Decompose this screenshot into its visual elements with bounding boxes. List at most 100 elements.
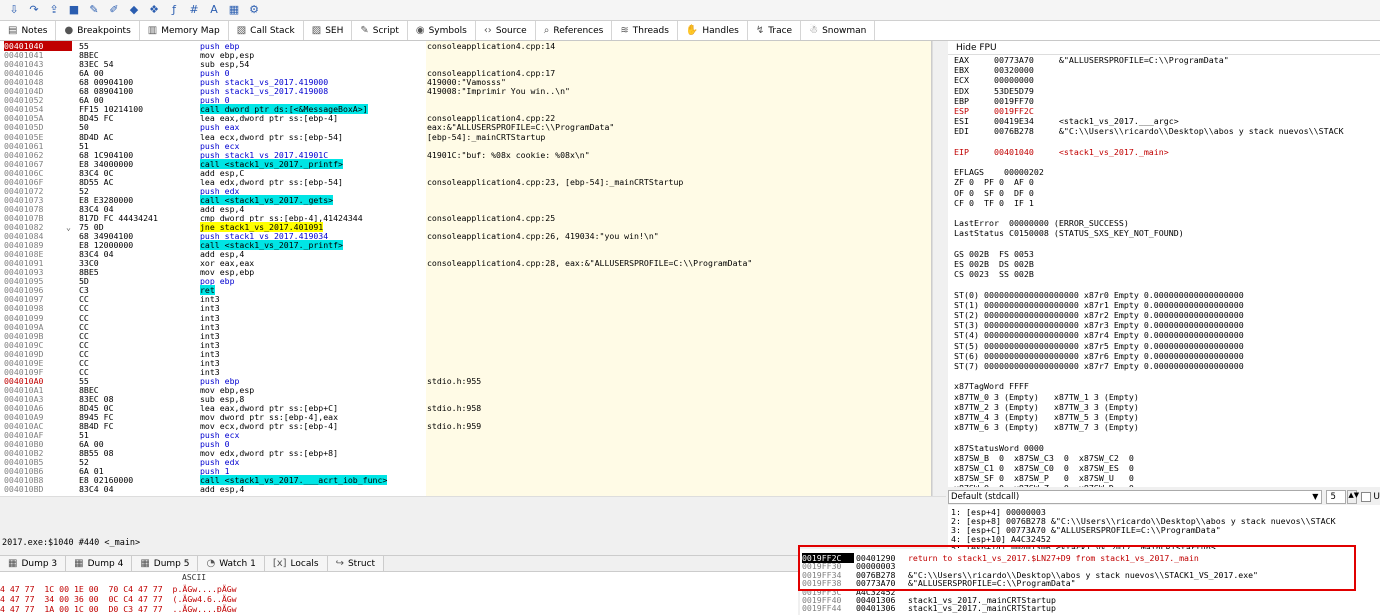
register-line[interactable]: EFLAGS 00000202	[954, 167, 1044, 177]
tab-threads[interactable]: ≋ Threads	[612, 21, 678, 40]
register-line[interactable]: ESP 0019FF2C	[954, 106, 1034, 116]
register-line[interactable]: OF 0 SF 0 DF 0	[954, 188, 1034, 198]
dump-row[interactable]: 4 47 77 34 00 36 00 0C C4 47 77 (.ÄGw4.6…	[0, 594, 237, 604]
tab-label: Memory Map	[161, 25, 220, 36]
argument-count-field[interactable]: 5	[1326, 490, 1347, 504]
bookmark-icon[interactable]: ❖	[147, 3, 161, 17]
label-icon[interactable]: ◆	[127, 3, 141, 17]
step-over-icon[interactable]: ↷	[27, 3, 41, 17]
tab-script[interactable]: ✎ Script	[352, 21, 408, 40]
tab-label: Dump 5	[153, 558, 190, 569]
tab-symbols[interactable]: ◉ Symbols	[408, 21, 476, 40]
tab-breakpoints[interactable]: ● Breakpoints	[56, 21, 140, 40]
stack-row[interactable]: 0019FF44 00401306 stack1_vs_2017._mainCRTS…	[800, 603, 1380, 613]
register-line[interactable]: EIP 00401040 <stack1_vs_2017._main>	[954, 147, 1169, 157]
register-line[interactable]: GS 002B FS 0053	[954, 249, 1034, 259]
tab-label: Dump 4	[87, 558, 124, 569]
register-line[interactable]: x87SW_SF 0 x87SW_P 0 x87SW_U 0	[954, 473, 1134, 483]
register-line[interactable]: x87TW_6 3 (Empty) x87TW_7 3 (Empty)	[954, 422, 1139, 432]
register-line[interactable]: x87TW_4 3 (Empty) x87TW_5 3 (Empty)	[954, 412, 1139, 422]
pause-icon[interactable]: ■	[67, 3, 81, 17]
tab-notes[interactable]: ▤ Notes	[0, 21, 57, 40]
arguments-view[interactable]: 1: [esp+4] 00000003 2: [esp+8] 0076B278 &…	[948, 505, 1380, 549]
step-icon[interactable]: ⇩	[7, 3, 21, 17]
argument-count-spinner[interactable]: ▲▼	[1347, 490, 1359, 504]
tab-call-stack[interactable]: ▧ Call Stack	[229, 21, 304, 40]
register-line[interactable]: ST(2) 0000000000000000000 x87r2 Empty 0.…	[954, 310, 1244, 320]
tab-seh[interactable]: ▨ SEH	[304, 21, 353, 40]
view-tabs: ▤ Notes ● Breakpoints ▥ Memory Map ▧ Call Stack…	[0, 21, 1380, 41]
register-line[interactable]: CS 0023 SS 002B	[954, 269, 1034, 279]
tab-dump-4[interactable]: ▦ Dump 4	[66, 556, 133, 571]
registers-view[interactable]: EAX 00773A70 &"ALLUSERSPROFILE=C:\\Progr…	[948, 55, 1380, 487]
struct-icon: ↪	[335, 558, 344, 569]
tab-snowman[interactable]: ☃ Snowman	[801, 21, 876, 40]
register-line[interactable]: x87TW_0 3 (Empty) x87TW_1 3 (Empty)	[954, 392, 1139, 402]
register-line[interactable]: ST(4) 0000000000000000000 x87r4 Empty 0.…	[954, 330, 1244, 340]
font-icon[interactable]: A	[207, 3, 221, 17]
settings-icon[interactable]: ⚙	[247, 3, 261, 17]
tab-references[interactable]: ⌕ References	[536, 21, 613, 40]
stack-value: 00401306	[856, 603, 896, 614]
register-line[interactable]: ZF 0 PF 0 AF 0	[954, 177, 1034, 187]
stack-view[interactable]: 0019FF2C 00401290 return to stack1_vs_2017…	[800, 549, 1380, 615]
register-line[interactable]: x87TW_2 3 (Empty) x87TW_3 3 (Empty)	[954, 402, 1139, 412]
dump-row[interactable]: 4 47 77 1A 00 1C 00 D0 C3 47 77 ..ÄGw...…	[0, 604, 237, 614]
register-line[interactable]: EDI 0076B278 &"C:\\Users\\ricardo\\Deskt…	[954, 126, 1344, 136]
register-line[interactable]: ST(0) 0000000000000000000 x87r0 Empty 0.…	[954, 290, 1244, 300]
breakpoint-icon: ●	[64, 25, 74, 36]
tab-label: SEH	[325, 25, 344, 36]
tab-dump-5[interactable]: ▦ Dump 5	[132, 556, 199, 571]
register-line[interactable]: ESI 00419E34 <stack1_vs_2017.___argc>	[954, 116, 1179, 126]
register-line[interactable]: ST(1) 0000000000000000000 x87r1 Empty 0.…	[954, 300, 1244, 310]
tab-label: Handles	[702, 25, 739, 36]
disassembly-scrollbar[interactable]	[932, 41, 946, 496]
tab-struct[interactable]: ↪ Struct	[327, 556, 385, 571]
register-line[interactable]: ST(7) 0000000000000000000 x87r7 Empty 0.…	[954, 361, 1244, 371]
disassembly-view[interactable]: 00401040 55 push ebp consoleapplication4.cp…	[0, 41, 932, 496]
tab-watch-1[interactable]: ◔ Watch 1	[198, 556, 265, 571]
register-line[interactable]: ST(6) 0000000000000000000 x87r6 Empty 0.…	[954, 351, 1244, 361]
calculator-icon[interactable]: ▦	[227, 3, 241, 17]
tab-trace[interactable]: ↯ Trace	[748, 21, 802, 40]
register-line[interactable]: EBX 00320000	[954, 65, 1034, 75]
register-line[interactable]: ES 002B DS 002B	[954, 259, 1034, 269]
tab-label: Snowman	[822, 25, 867, 36]
calling-convention-select[interactable]: Default (stdcall) ▼	[948, 490, 1323, 504]
symbols-icon: ◉	[415, 25, 425, 36]
run-to-user-icon[interactable]: ⇪	[47, 3, 61, 17]
register-line[interactable]: CF 0 TF 0 IF 1	[954, 198, 1034, 208]
tab-source[interactable]: ‹› Source	[476, 21, 536, 40]
register-line[interactable]: LastStatus C0150008 (STATUS_SXS_KEY_NOT_…	[954, 228, 1184, 238]
tab-handles[interactable]: ✋ Handles	[678, 21, 748, 40]
register-line[interactable]: EDX 53DE5D79	[954, 86, 1034, 96]
register-line[interactable]: ST(5) 0000000000000000000 x87r5 Empty 0.…	[954, 341, 1244, 351]
register-line[interactable]: ECX 00000000	[954, 75, 1034, 85]
function-icon[interactable]: ƒ	[167, 3, 181, 17]
hash-icon[interactable]: #	[187, 3, 201, 17]
dump-row[interactable]: 4 47 77 1C 00 1E 00 70 C4 47 77 p.ÄGw...…	[0, 584, 237, 594]
unlock-checkbox[interactable]	[1361, 492, 1372, 502]
register-line[interactable]: x87SW_O 0 x87SW_Z 0 x87SW_D 0	[954, 483, 1134, 487]
stack-comment: stack1_vs_2017._mainCRTStartup	[908, 603, 1056, 614]
script-icon[interactable]: ✎	[87, 3, 101, 17]
memory-dump-view[interactable]: ASCII 4 47 77 1C 00 1E 00 70 C4 47 77 p.…	[0, 572, 798, 615]
register-line[interactable]: x87StatusWord 0000	[954, 443, 1044, 453]
tab-label: Watch 1	[219, 558, 256, 569]
threads-icon: ≋	[620, 25, 629, 36]
tab-dump-3[interactable]: ▦ Dump 3	[0, 556, 67, 571]
tab-locals[interactable]: [x] Locals	[264, 556, 328, 571]
tab-memory-map[interactable]: ▥ Memory Map	[140, 21, 229, 40]
references-icon: ⌕	[543, 25, 550, 36]
register-line[interactable]: EAX 00773A70 &"ALLUSERSPROFILE=C:\\Progr…	[954, 55, 1229, 65]
register-line[interactable]: x87SW_C1 0 x87SW_C0 0 x87SW_ES 0	[954, 463, 1134, 473]
register-line[interactable]: LastError 00000000 (ERROR_SUCCESS)	[954, 218, 1129, 228]
disassembly-hscrollbar[interactable]	[0, 496, 946, 510]
comment-icon[interactable]: ✐	[107, 3, 121, 17]
register-line[interactable]: x87SW_B 0 x87SW_C3 0 x87SW_C2 0	[954, 453, 1134, 463]
register-line[interactable]: x87TagWord FFFF	[954, 381, 1029, 391]
register-line[interactable]: ST(3) 0000000000000000000 x87r3 Empty 0.…	[954, 320, 1244, 330]
seh-icon: ▨	[311, 25, 322, 36]
hide-fpu-toggle[interactable]: Hide FPU	[948, 41, 1380, 55]
register-line[interactable]: EBP 0019FF70	[954, 96, 1034, 106]
